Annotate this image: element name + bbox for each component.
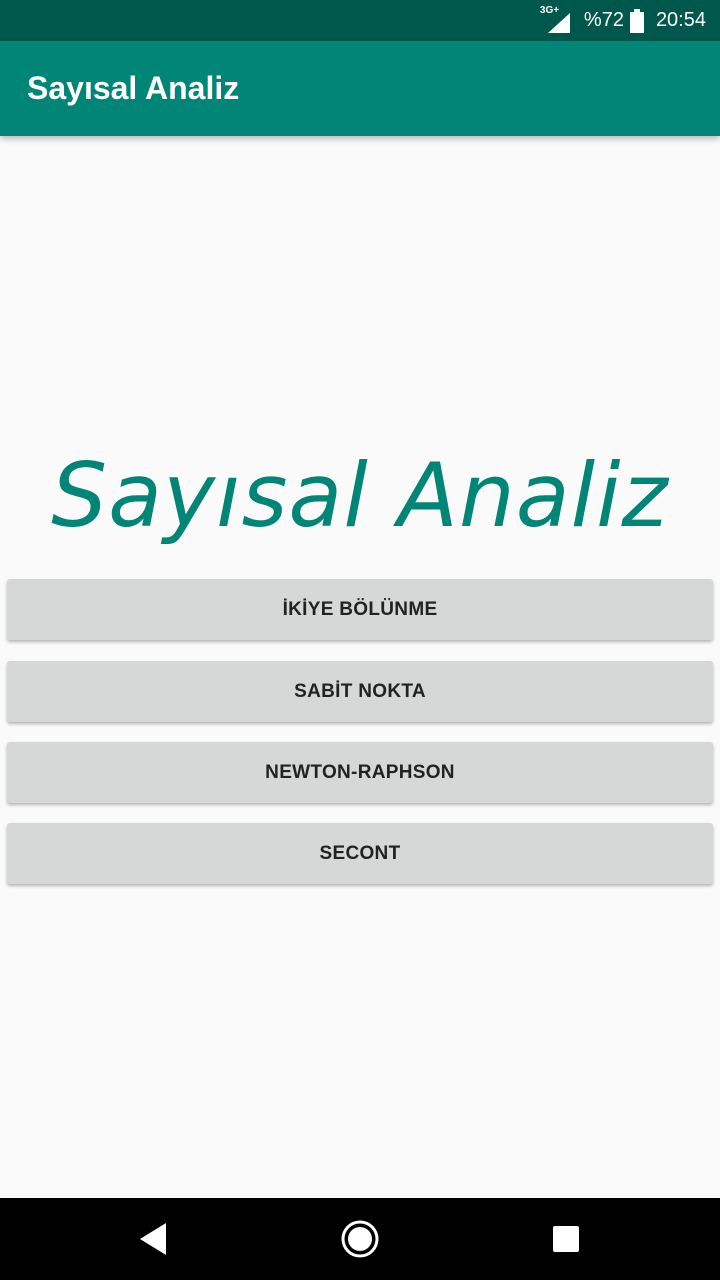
main-content: Sayısal Analiz İKİYE BÖLÜNME SABİT NOKTA…: [0, 136, 720, 1198]
back-button[interactable]: [103, 1198, 203, 1280]
recents-button[interactable]: [516, 1198, 616, 1280]
signal-indicator: 3G+: [540, 5, 570, 35]
back-icon: [140, 1223, 166, 1255]
secant-button[interactable]: SECONT: [7, 823, 713, 884]
battery-percent: %72: [583, 9, 624, 31]
battery-icon: [629, 8, 644, 33]
bisection-button[interactable]: İKİYE BÖLÜNME: [7, 579, 713, 640]
newton-raphson-button[interactable]: NEWTON-RAPHSON: [7, 742, 713, 803]
status-time: 20:54: [655, 9, 706, 31]
logo-title: Sayısal Analiz: [51, 444, 669, 547]
app-bar: Sayısal Analiz: [0, 41, 720, 136]
status-bar: 3G+ %72 20:54: [0, 0, 720, 41]
signal-icon: [547, 12, 570, 33]
recents-icon: [553, 1226, 579, 1252]
app-bar-title: Sayısal Analiz: [27, 70, 240, 106]
fixed-point-button[interactable]: SABİT NOKTA: [7, 661, 713, 722]
navigation-bar: [0, 1198, 720, 1280]
home-icon: [341, 1220, 379, 1258]
home-button[interactable]: [310, 1198, 410, 1280]
